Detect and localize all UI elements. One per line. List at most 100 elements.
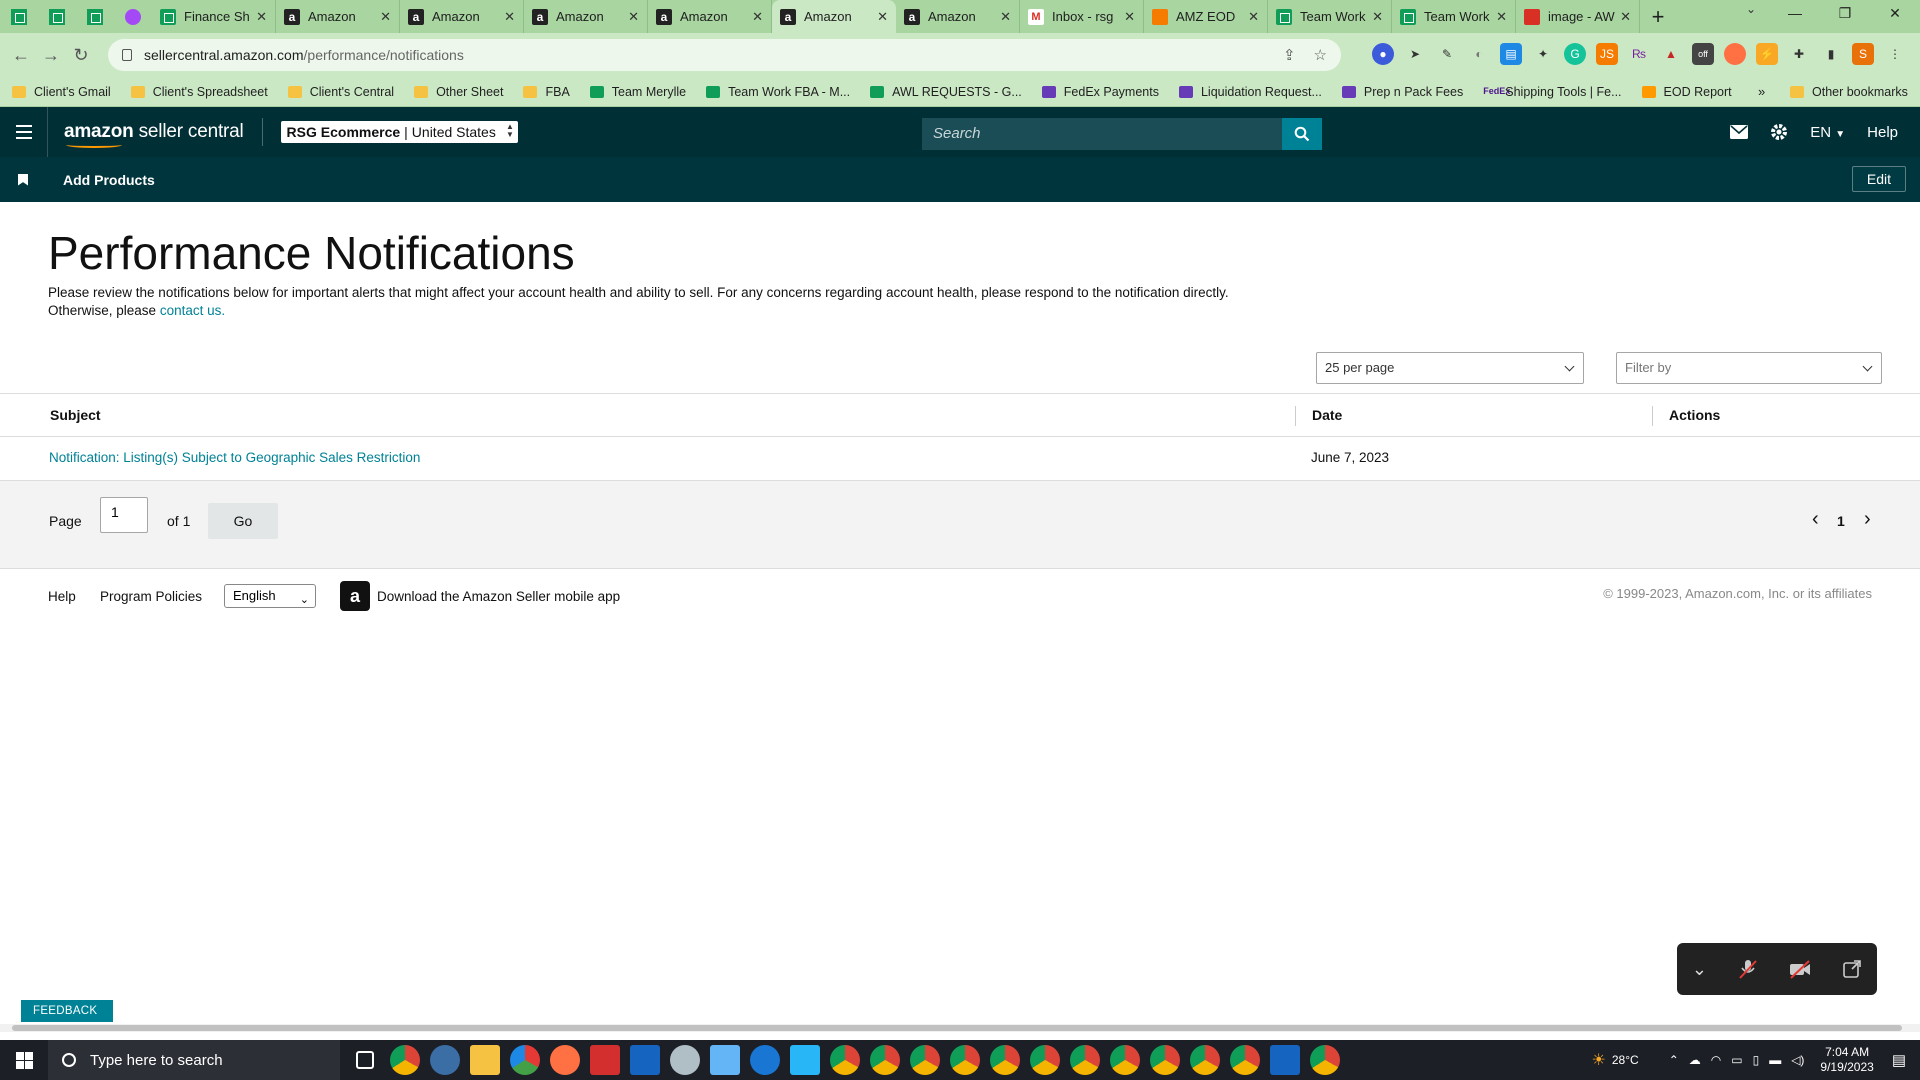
app-icon[interactable] [670, 1045, 700, 1075]
bookmark-item[interactable]: Client's Spreadsheet [130, 85, 268, 99]
microphone-icon[interactable]: ▯ [1753, 1053, 1760, 1067]
notification-subject-link[interactable]: Notification: Listing(s) Subject to Geog… [49, 450, 420, 465]
bookmark-item[interactable]: FedEx Payments [1041, 85, 1159, 99]
tab-close-icon[interactable]: ✕ [752, 9, 763, 25]
hamburger-menu-icon[interactable] [0, 107, 48, 157]
browser-tab[interactable]: AMZ EOD ✕ [1144, 0, 1268, 33]
puzzle-extensions-icon[interactable]: ✚ [1788, 43, 1810, 65]
notes-app-icon[interactable] [710, 1045, 740, 1075]
browser-menu-icon[interactable]: ⋮ [1884, 43, 1906, 65]
pinned-tab-sheets-2[interactable] [38, 0, 76, 33]
feedback-tab[interactable]: FEEDBACK ✕ [21, 1000, 113, 1039]
browser-tab[interactable]: a Amazon ✕ [648, 0, 772, 33]
share-screen-icon[interactable] [1842, 959, 1862, 979]
add-products-link[interactable]: Add Products [63, 172, 155, 188]
bookmark-icon[interactable] [18, 173, 28, 186]
tab-close-icon[interactable]: ✕ [504, 9, 515, 25]
go-button[interactable]: Go [208, 503, 278, 539]
extension-13-icon[interactable]: ⚡ [1756, 43, 1778, 65]
address-bar[interactable]: sellercentral.amazon.com/performance/not… [108, 39, 1341, 71]
extension-5-icon[interactable]: ▤ [1500, 43, 1522, 65]
network-icon[interactable]: ☁ [1689, 1053, 1701, 1067]
browser-tab[interactable]: Team Work ✕ [1268, 0, 1392, 33]
chrome-profile-icon[interactable] [870, 1045, 900, 1075]
taskbar-search[interactable]: Type here to search [48, 1040, 340, 1080]
camera-off-icon[interactable] [1788, 958, 1812, 980]
browser-tab[interactable]: a Amazon ✕ [400, 0, 524, 33]
notifications-icon[interactable]: ▤ [1892, 1051, 1906, 1069]
new-tab-button[interactable]: + [1640, 0, 1676, 33]
language-selector[interactable]: EN ▼ [1810, 124, 1845, 141]
browser-tab[interactable]: a Amazon ✕ [896, 0, 1020, 33]
prev-page-icon[interactable]: ‹ [1812, 508, 1819, 531]
browser-tab[interactable]: a Amazon ✕ [524, 0, 648, 33]
zoom-icon[interactable] [750, 1045, 780, 1075]
browser-tab[interactable]: Team Work ✕ [1392, 0, 1516, 33]
bookmark-item[interactable]: Prep n Pack Fees [1341, 85, 1463, 99]
browser-tab[interactable]: a Amazon ✕ [772, 0, 896, 33]
minimize-button[interactable]: — [1770, 0, 1820, 33]
battery-icon[interactable]: ▬ [1769, 1053, 1781, 1067]
side-panel-icon[interactable]: ▮ [1820, 43, 1842, 65]
reload-button[interactable]: ↻ [66, 45, 96, 66]
volume-icon[interactable]: ◁) [1791, 1053, 1804, 1067]
footer-language-select[interactable]: English ⌄ [224, 584, 316, 608]
chrome-profile-icon[interactable] [910, 1045, 940, 1075]
extension-9-icon[interactable]: ₨ [1628, 43, 1650, 65]
extension-1-icon[interactable]: ● [1372, 43, 1394, 65]
extension-8-icon[interactable]: JS [1596, 43, 1618, 65]
bookmark-item[interactable]: Team Work FBA - M... [706, 85, 850, 99]
edit-shortcuts-button[interactable]: Edit [1851, 166, 1906, 192]
remote-app-icon[interactable] [1270, 1045, 1300, 1075]
microphone-muted-icon[interactable] [1737, 958, 1759, 980]
extension-12-icon[interactable] [1724, 43, 1746, 65]
footer-help-link[interactable]: Help [48, 589, 76, 604]
search-input[interactable]: Search [922, 118, 1282, 150]
extension-10-icon[interactable]: ▲ [1660, 43, 1682, 65]
mail-app-icon[interactable] [430, 1045, 460, 1075]
meet-now-icon[interactable]: ▭ [1731, 1053, 1742, 1067]
tab-close-icon[interactable]: ✕ [1620, 9, 1631, 25]
bookmark-item[interactable]: EOD Report [1641, 85, 1732, 99]
collapse-chevron-icon[interactable]: ⌄ [1692, 959, 1707, 980]
tab-close-icon[interactable]: ✕ [1496, 9, 1507, 25]
telegram-icon[interactable] [790, 1045, 820, 1075]
firefox-icon[interactable] [550, 1045, 580, 1075]
download-app-link[interactable]: Download the Amazon Seller mobile app [377, 589, 620, 604]
column-date[interactable]: Date [1312, 394, 1342, 436]
settings-gear-icon[interactable] [1770, 123, 1788, 141]
browser-tab[interactable]: a Amazon ✕ [276, 0, 400, 33]
chrome-profile-icon[interactable] [1150, 1045, 1180, 1075]
seller-central-logo[interactable]: amazon seller central [64, 121, 244, 148]
share-icon[interactable]: ⇪ [1283, 46, 1296, 64]
extension-6-icon[interactable]: ✦ [1532, 43, 1554, 65]
weather-icon[interactable]: ☀ [1592, 1050, 1606, 1070]
task-view-icon[interactable] [356, 1051, 374, 1069]
browser-tab[interactable]: M Inbox - rsg ✕ [1020, 0, 1144, 33]
chrome-profile-icon[interactable] [950, 1045, 980, 1075]
chrome-profile-icon[interactable] [1070, 1045, 1100, 1075]
program-policies-link[interactable]: Program Policies [100, 589, 202, 604]
current-page-number[interactable]: 1 [1837, 513, 1845, 529]
tab-search-chevron-icon[interactable]: ⌄ [1746, 2, 1756, 16]
bookmark-item[interactable]: Client's Gmail [12, 85, 111, 99]
tab-close-icon[interactable]: ✕ [877, 9, 888, 25]
contact-us-link[interactable]: contact us. [160, 303, 225, 318]
scrollbar-thumb[interactable] [12, 1025, 1902, 1031]
bookmark-item[interactable]: Client's Central [287, 85, 394, 99]
search-button[interactable] [1282, 118, 1322, 150]
wifi-icon[interactable]: ◠ [1711, 1053, 1721, 1067]
chrome-profile-icon[interactable] [1230, 1045, 1260, 1075]
extension-off-icon[interactable]: off [1692, 43, 1714, 65]
tray-chevron-icon[interactable]: ⌃ [1669, 1053, 1679, 1067]
per-page-select[interactable]: 25 per page [1316, 352, 1584, 384]
marketplace-selector[interactable]: RSG Ecommerce | United States ▲ ▼ [280, 121, 518, 143]
bookmark-item[interactable]: Team Merylle [589, 85, 686, 99]
tab-close-icon[interactable]: ✕ [256, 9, 267, 25]
back-button[interactable]: ← [6, 45, 36, 66]
other-bookmarks-folder[interactable]: Other bookmarks [1790, 85, 1908, 99]
tab-close-icon[interactable]: ✕ [628, 9, 639, 25]
forward-button[interactable]: → [36, 45, 66, 66]
system-clock[interactable]: 7:04 AM 9/19/2023 [1820, 1045, 1873, 1075]
bookmark-item[interactable]: Liquidation Request... [1178, 85, 1322, 99]
